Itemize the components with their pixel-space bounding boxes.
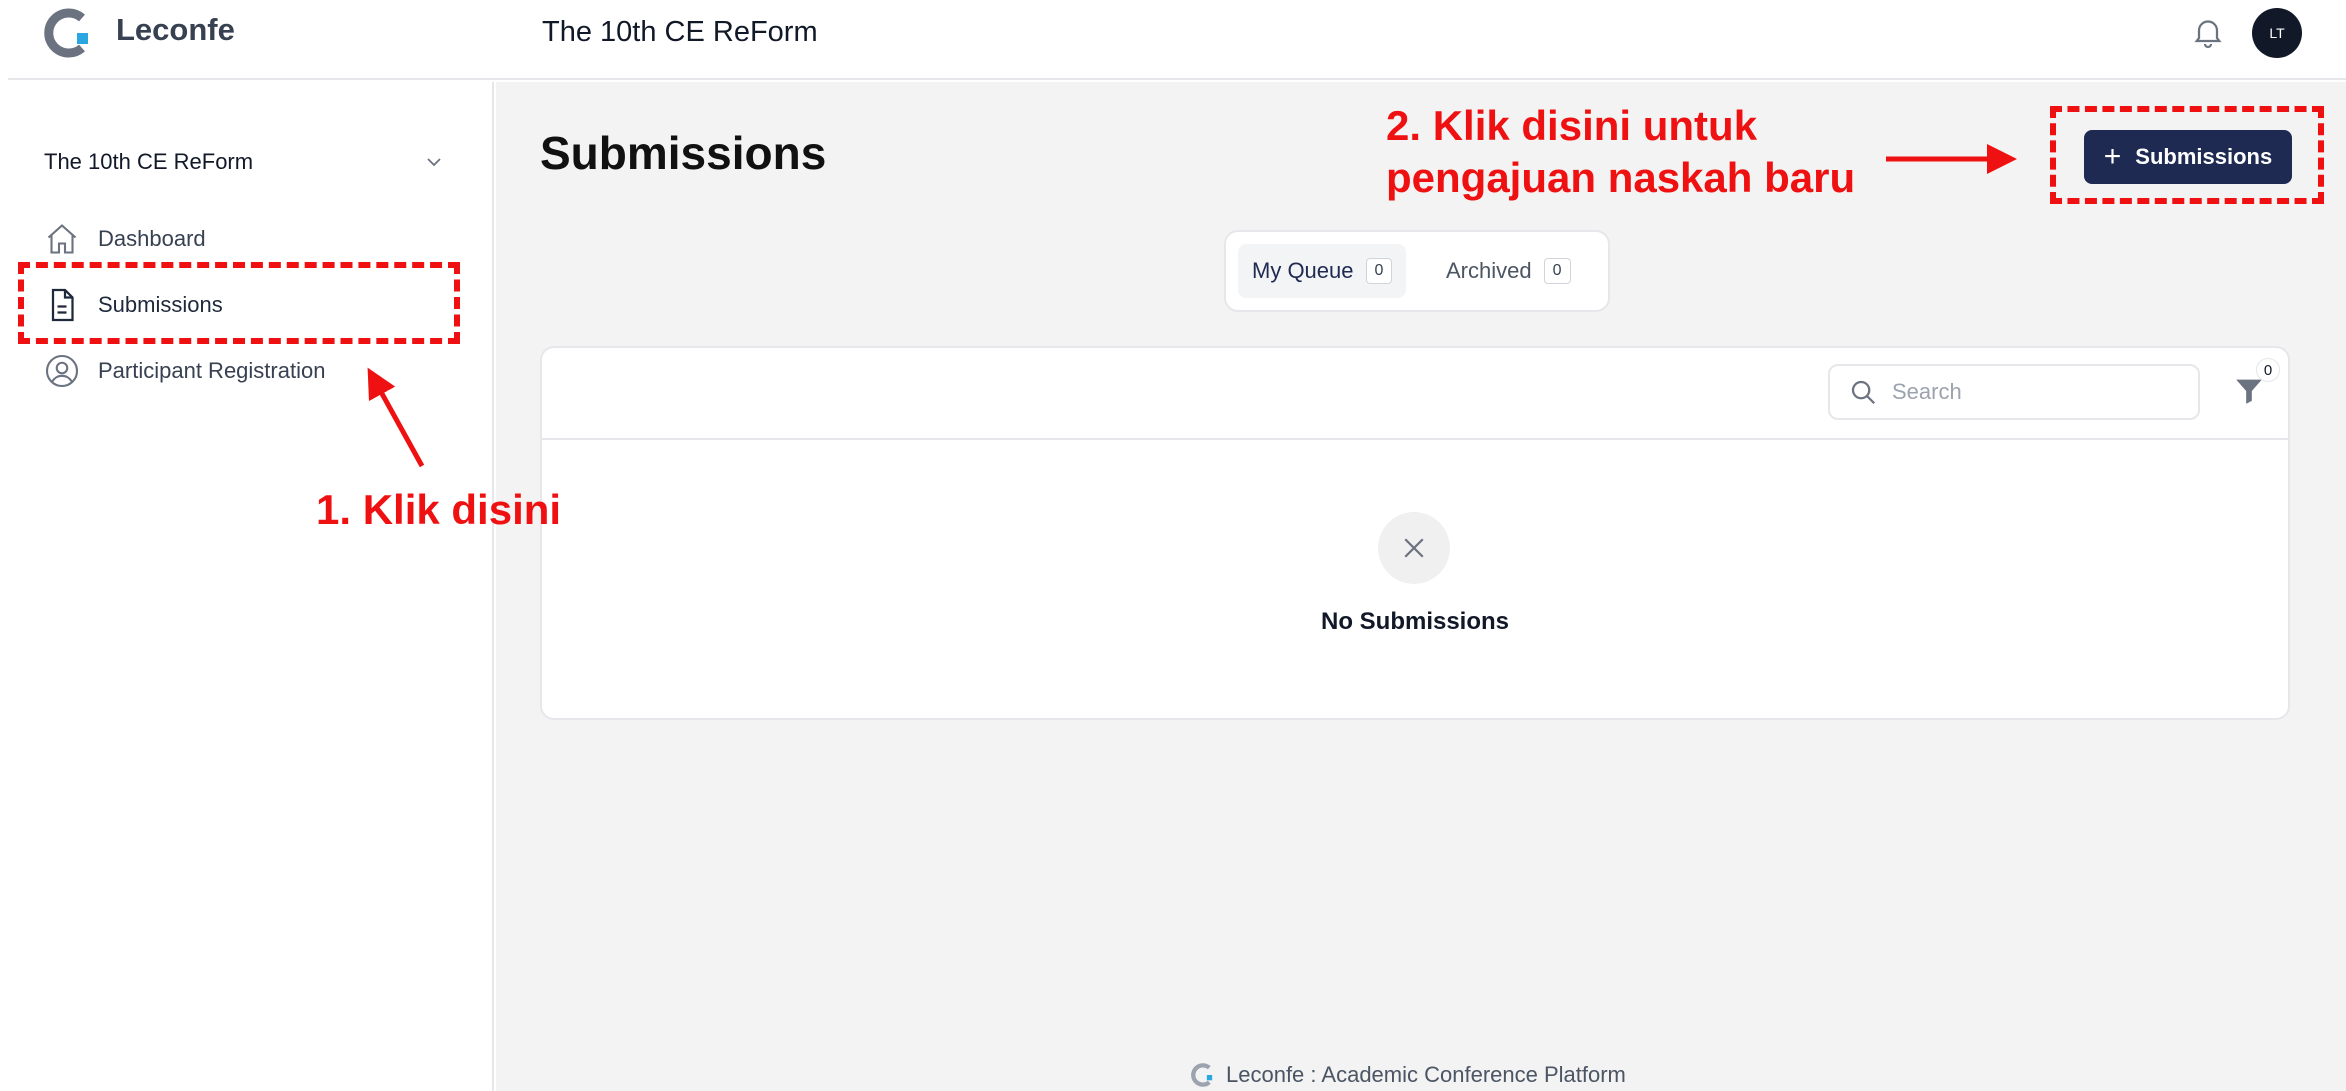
submission-tabs: My Queue 0 Archived 0: [1224, 230, 1610, 312]
annotation-box-submissions-menu: [18, 262, 460, 344]
notification-bell-icon[interactable]: [2190, 14, 2226, 50]
user-avatar[interactable]: LT: [2252, 8, 2302, 58]
footer: Leconfe : Academic Conference Platform: [1190, 1062, 1626, 1088]
main-content: Submissions + Submissions My Queue 0 Arc…: [496, 82, 2346, 1091]
tab-label: My Queue: [1252, 258, 1354, 283]
top-bar: Leconfe The 10th CE ReForm LT: [8, 0, 2346, 80]
empty-state-text: No Submissions: [1320, 608, 1510, 635]
search-input[interactable]: [1892, 379, 2172, 405]
filter-count-badge: 0: [2256, 358, 2280, 382]
footer-text: Leconfe : Academic Conference Platform: [1226, 1062, 1626, 1087]
annotation-box-new-submission: [2050, 106, 2324, 204]
sidebar-item-label: Participant Registration: [98, 358, 326, 383]
annotation-step2-line2: pengajuan naskah baru: [1386, 154, 1856, 201]
page-title: Submissions: [540, 127, 827, 179]
search-icon: [1851, 380, 1876, 405]
sidebar-item-label: Dashboard: [98, 226, 206, 251]
header-conference-title: The 10th CE ReForm: [542, 16, 818, 48]
home-icon: [47, 224, 77, 254]
tab-label: Archived: [1446, 258, 1532, 283]
table-toolbar: 0: [542, 348, 2288, 440]
empty-state-icon: [1378, 512, 1450, 584]
annotation-step2: 2. Klik disini untuk pengajuan naskah ba…: [1386, 100, 1855, 204]
tab-my-queue[interactable]: My Queue 0: [1238, 244, 1407, 298]
annotation-step1: 1. Klik disini: [316, 486, 562, 533]
conference-selector-label: The 10th CE ReForm: [44, 149, 254, 174]
close-icon: [1404, 538, 1424, 558]
chevron-down-icon: [427, 158, 441, 167]
leconfe-footer-logo-icon: [1191, 1063, 1213, 1087]
sidebar: The 10th CE ReForm Dashboard Submissions…: [8, 82, 494, 1091]
logo-text[interactable]: Leconfe: [116, 12, 235, 48]
conference-selector[interactable]: The 10th CE ReForm: [44, 142, 444, 182]
submissions-table-panel: 0 No Submissions: [540, 346, 2290, 720]
tab-archived[interactable]: Archived 0: [1432, 244, 1585, 298]
search-box[interactable]: [1828, 364, 2200, 420]
sidebar-item-participant-registration[interactable]: Participant Registration: [44, 346, 325, 396]
tab-count-badge: 0: [1365, 258, 1393, 284]
tab-count-badge: 0: [1543, 258, 1571, 284]
annotation-step2-line1: 2. Klik disini untuk: [1386, 102, 1758, 149]
sidebar-item-dashboard[interactable]: Dashboard: [44, 214, 206, 264]
user-circle-icon: [45, 354, 79, 388]
leconfe-logo-icon[interactable]: [42, 6, 96, 60]
